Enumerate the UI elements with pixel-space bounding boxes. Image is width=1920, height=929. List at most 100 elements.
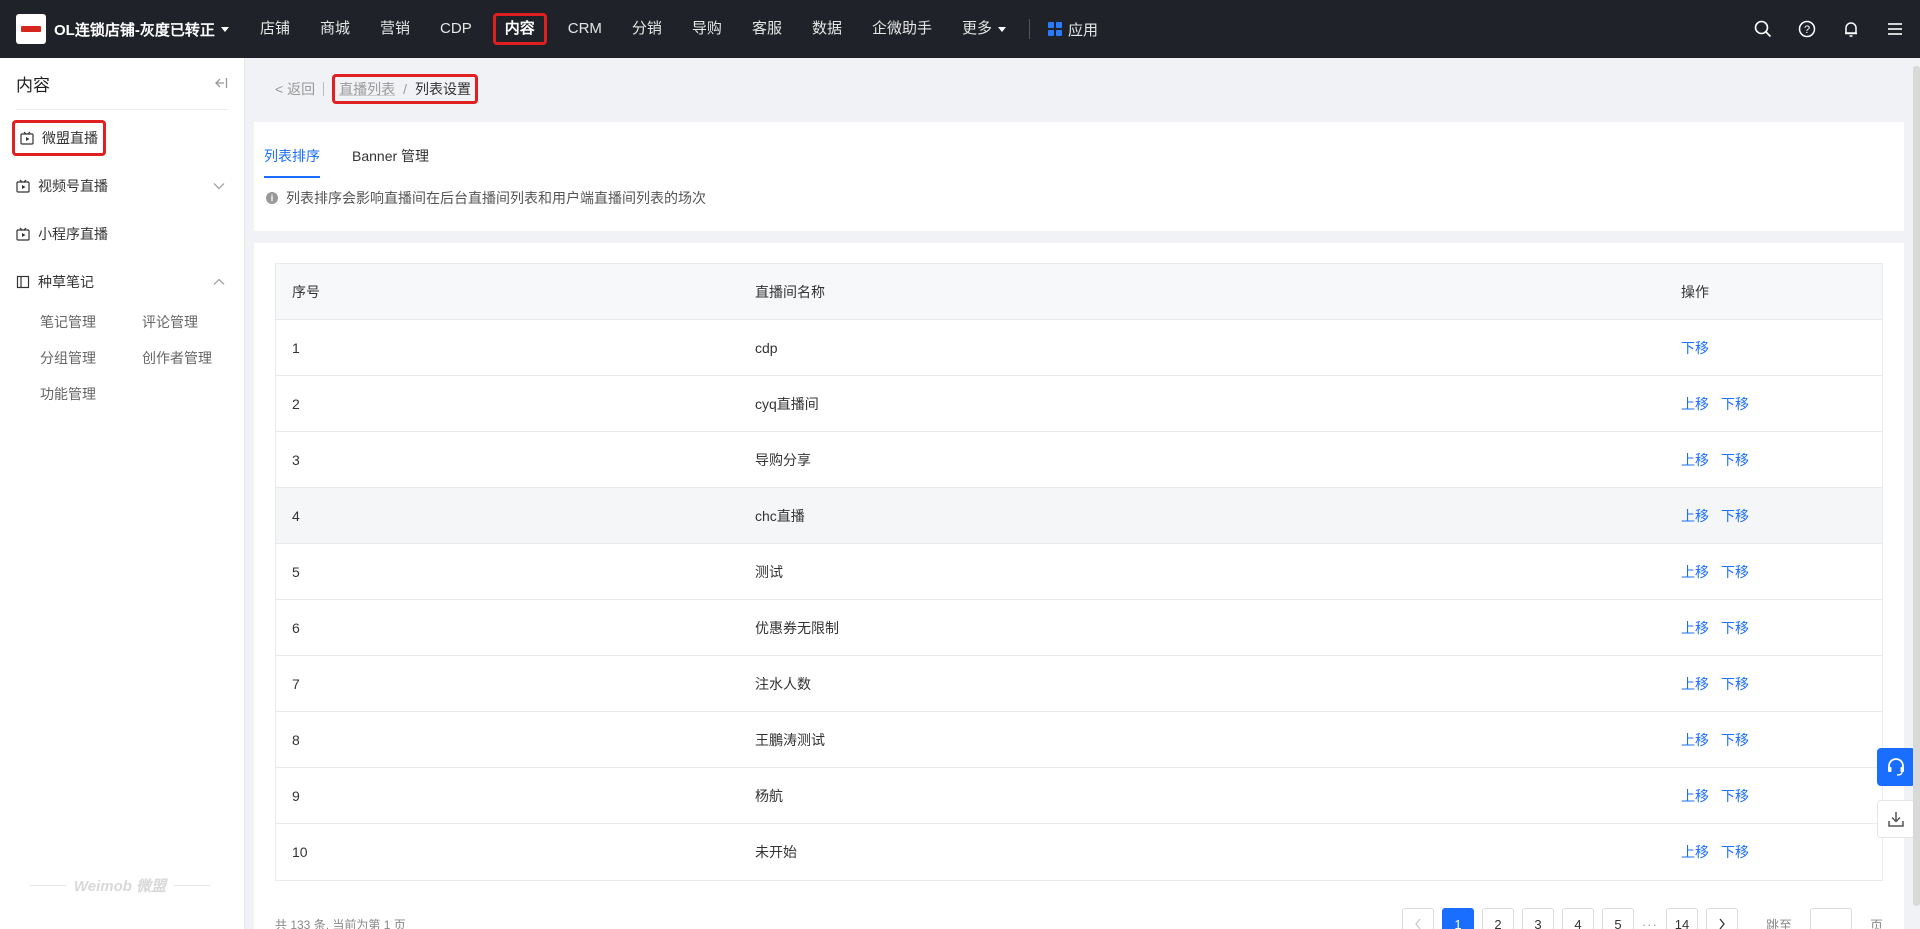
pagination-ellipsis[interactable]: ···	[1642, 917, 1658, 929]
nav-item-cdp[interactable]: CDP	[425, 13, 487, 45]
nav-item-content[interactable]: 内容	[492, 13, 547, 45]
move-up-link[interactable]: 上移	[1681, 674, 1709, 694]
sidebar-sub-group-management[interactable]: 分组管理	[40, 348, 96, 368]
search-icon[interactable]	[1752, 18, 1774, 40]
tab-list-sorting[interactable]: 列表排序	[264, 146, 320, 166]
move-down-link[interactable]: 下移	[1721, 674, 1749, 694]
nav-item-shop[interactable]: 店铺	[245, 13, 305, 45]
cell-live-room-name: 杨航	[755, 787, 783, 804]
cell-index: 9	[292, 787, 300, 804]
nav-item-mall[interactable]: 商城	[305, 13, 365, 45]
table-row: 3 导购分享 上移 下移	[276, 432, 1882, 488]
move-down-link[interactable]: 下移	[1721, 562, 1749, 582]
download-icon	[1888, 812, 1904, 827]
sidebar-sub-note-management[interactable]: 笔记管理	[40, 312, 96, 332]
collapse-icon[interactable]	[214, 76, 228, 92]
help-icon[interactable]: ?	[1796, 18, 1818, 40]
move-down-link[interactable]: 下移	[1681, 338, 1709, 358]
next-page-button[interactable]	[1705, 908, 1738, 929]
prev-page-button[interactable]	[1401, 908, 1434, 929]
download-button[interactable]	[1877, 800, 1915, 838]
page-button-1[interactable]: 1	[1441, 908, 1474, 929]
nav-item-distribution[interactable]: 分销	[617, 13, 677, 45]
breadcrumb-live-list-link[interactable]: 直播列表	[339, 79, 395, 99]
cell-live-room-name: cdp	[755, 339, 778, 356]
cell-live-room-name: 测试	[755, 563, 783, 580]
column-header-name: 直播间名称	[755, 283, 825, 300]
table-row: 6 优惠券无限制 上移 下移	[276, 600, 1882, 656]
jump-page-input[interactable]	[1809, 908, 1852, 929]
cell-live-room-name: chc直播	[755, 507, 805, 524]
live-icon	[20, 131, 34, 145]
menu-icon[interactable]	[1884, 18, 1906, 40]
move-down-link[interactable]: 下移	[1721, 450, 1749, 470]
apps-grid-icon	[1048, 22, 1062, 36]
sidebar-sub-creator-management[interactable]: 创作者管理	[142, 348, 212, 368]
pagination: 共 133 条, 当前为第 1 页 1 2 3 4 5 ··· 14 跳至 页	[275, 908, 1883, 929]
sidebar-sub-comment-management[interactable]: 评论管理	[142, 312, 198, 332]
chevron-up-icon	[213, 278, 225, 285]
page-button-3[interactable]: 3	[1521, 908, 1554, 929]
page-button-2[interactable]: 2	[1481, 908, 1514, 929]
cell-actions: 下移	[1681, 338, 1882, 358]
page-scrollbar[interactable]	[1913, 66, 1920, 906]
move-up-link[interactable]: 上移	[1681, 506, 1709, 526]
sidebar-item-label: 小程序直播	[38, 226, 108, 242]
sidebar-item-channels-live[interactable]: 视频号直播	[16, 176, 229, 196]
move-down-link[interactable]: 下移	[1721, 786, 1749, 806]
table-row: 9 杨航 上移 下移	[276, 768, 1882, 824]
move-down-link[interactable]: 下移	[1721, 394, 1749, 414]
sidebar-item-weimob-live[interactable]: 微盟直播	[12, 120, 106, 156]
page-button-5[interactable]: 5	[1601, 908, 1634, 929]
move-down-link[interactable]: 下移	[1721, 730, 1749, 750]
caret-down-icon	[220, 26, 229, 32]
bell-icon[interactable]	[1840, 18, 1862, 40]
settings-tabs-card: 列表排序 Banner 管理 i 列表排序会影响直播间在后台直播间列表和用户端直…	[254, 122, 1904, 231]
cell-live-room-name: 未开始	[755, 844, 797, 860]
cell-actions: 上移 下移	[1681, 562, 1882, 582]
nav-item-marketing[interactable]: 营销	[365, 13, 425, 45]
sidebar-item-label: 种草笔记	[38, 274, 94, 290]
move-up-link[interactable]: 上移	[1681, 394, 1709, 414]
cell-index: 3	[292, 451, 300, 468]
nav-more-label: 更多	[961, 20, 992, 37]
sidebar-item-miniprogram-live[interactable]: 小程序直播	[16, 224, 108, 244]
move-down-link[interactable]: 下移	[1721, 618, 1749, 638]
nav-item-apps[interactable]: 应用	[1038, 19, 1108, 40]
move-up-link[interactable]: 上移	[1681, 562, 1709, 582]
cell-live-room-name: cyq直播间	[755, 395, 819, 412]
cell-live-room-name: 注水人数	[755, 675, 811, 692]
move-up-link[interactable]: 上移	[1681, 730, 1709, 750]
cell-index: 7	[292, 675, 300, 692]
tip-text: 列表排序会影响直播间在后台直播间列表和用户端直播间列表的场次	[286, 190, 706, 206]
move-down-link[interactable]: 下移	[1721, 842, 1749, 862]
move-up-link[interactable]: 上移	[1681, 450, 1709, 470]
customer-service-button[interactable]	[1877, 748, 1915, 786]
sidebar-header: 内容	[16, 58, 228, 110]
move-down-link[interactable]: 下移	[1721, 506, 1749, 526]
move-up-link[interactable]: 上移	[1681, 842, 1709, 862]
breadcrumb-current: 列表设置	[414, 81, 471, 97]
store-switcher[interactable]: OL连锁店铺-灰度已转正	[0, 14, 245, 44]
pagination-controls: 1 2 3 4 5 ··· 14 跳至 页	[1401, 908, 1883, 929]
back-link[interactable]: < 返回	[275, 79, 315, 99]
nav-item-wecom-assistant[interactable]: 企微助手	[857, 13, 947, 45]
page-button-4[interactable]: 4	[1561, 908, 1594, 929]
sidebar-item-notes[interactable]: 种草笔记	[16, 272, 229, 292]
sidebar-sub-feature-management[interactable]: 功能管理	[40, 384, 96, 404]
nav-item-data[interactable]: 数据	[797, 13, 857, 45]
move-up-link[interactable]: 上移	[1681, 786, 1709, 806]
breadcrumb-path: 直播列表 / 列表设置	[332, 74, 478, 104]
page-button-last[interactable]: 14	[1665, 908, 1698, 929]
top-navigation-bar: OL连锁店铺-灰度已转正 店铺 商城 营销 CDP 内容 CRM 分销 导购 客…	[0, 0, 1920, 58]
store-name: OL连锁店铺-灰度已转正	[54, 21, 215, 39]
nav-item-crm[interactable]: CRM	[553, 13, 617, 45]
nav-item-customer-service[interactable]: 客服	[737, 13, 797, 45]
svg-text:?: ?	[1804, 24, 1810, 36]
tab-banner-management[interactable]: Banner 管理	[352, 146, 429, 166]
watermark-text: Weimob 微盟	[73, 878, 167, 895]
nav-item-more[interactable]: 更多	[947, 13, 1021, 45]
nav-item-guide[interactable]: 导购	[677, 13, 737, 45]
table-body: 1 cdp 下移 2 cyq直播间 上移 下移 3 导购分享 上移 下移 4 chc直播 上移 下移 5 测试上…	[276, 320, 1882, 880]
move-up-link[interactable]: 上移	[1681, 618, 1709, 638]
